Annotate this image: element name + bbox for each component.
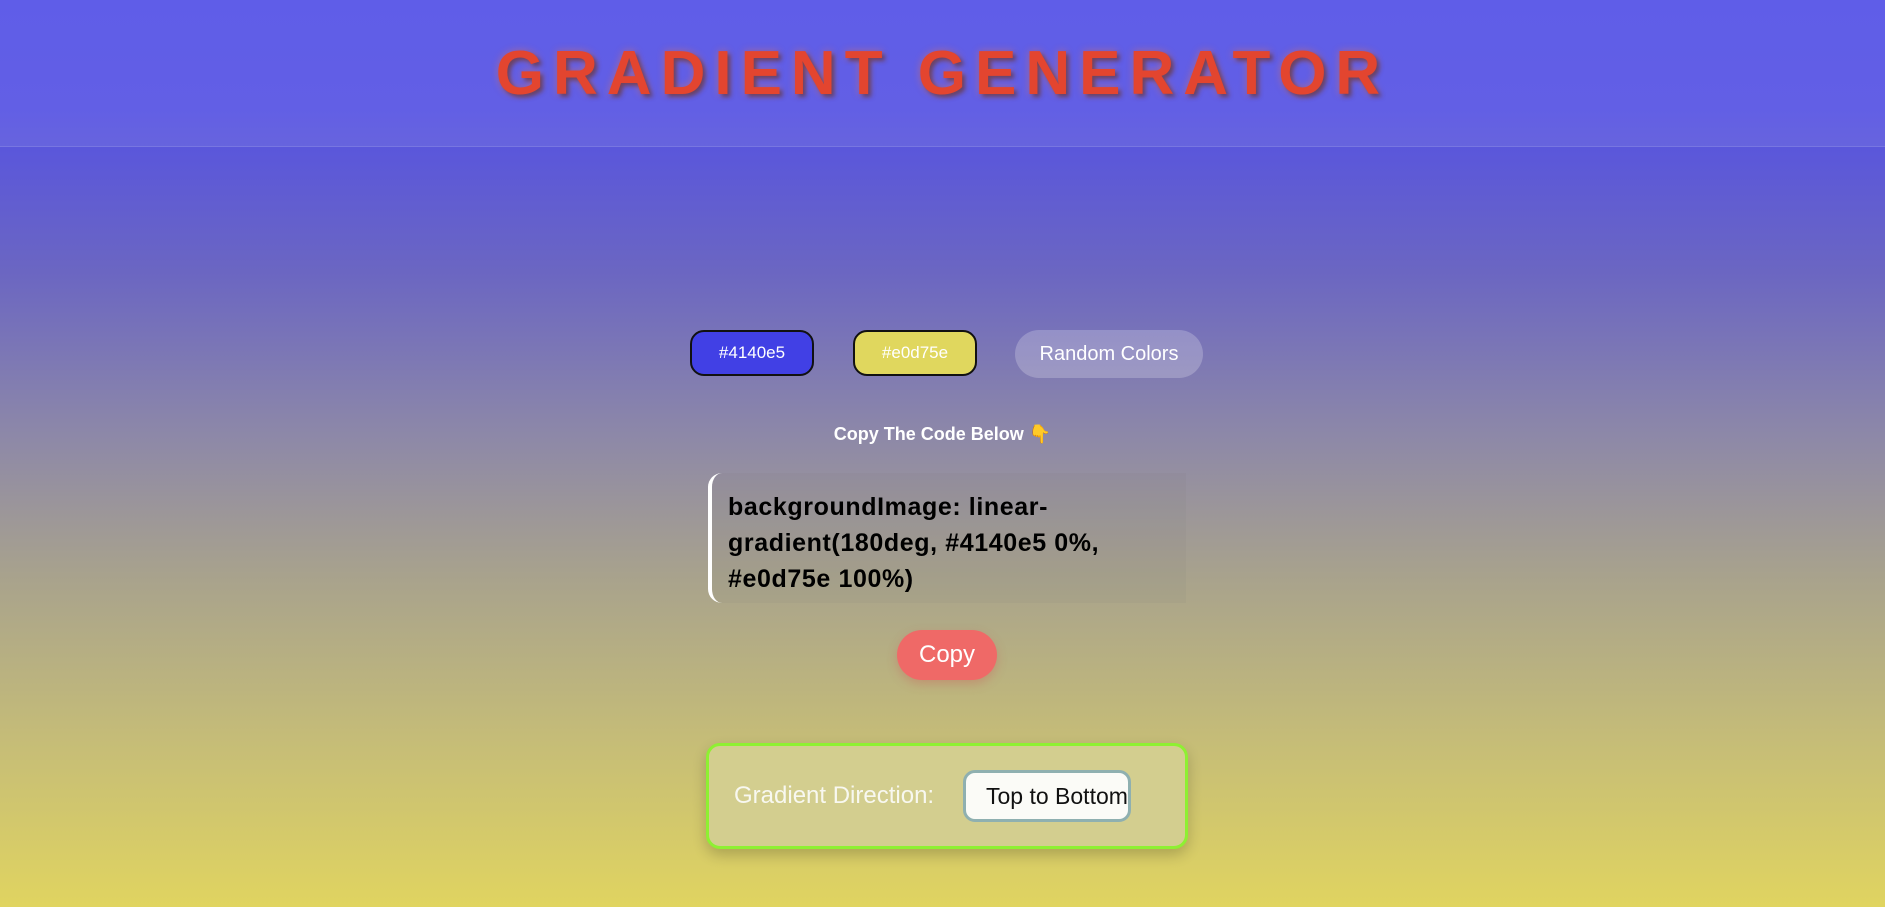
color2-picker-button[interactable]: #e0d75e <box>853 330 977 376</box>
page-title: GRADIENT GENERATOR <box>495 39 1390 108</box>
code-box: backgroundImage: linear-gradient(180deg,… <box>708 473 1186 603</box>
copy-caption: Copy The Code Below 👇 <box>833 424 1052 444</box>
direction-select[interactable]: Top to Bottom <box>963 770 1131 822</box>
direction-panel: Gradient Direction: Top to Bottom <box>706 743 1188 849</box>
gradient-code-text: backgroundImage: linear-gradient(180deg,… <box>728 493 1100 593</box>
direction-label: Gradient Direction: <box>734 782 935 809</box>
color1-picker-button[interactable]: #4140e5 <box>690 330 814 376</box>
copy-button[interactable]: Copy <box>897 630 997 680</box>
page-header: GRADIENT GENERATOR <box>0 0 1885 147</box>
random-colors-button[interactable]: Random Colors <box>1015 330 1203 378</box>
